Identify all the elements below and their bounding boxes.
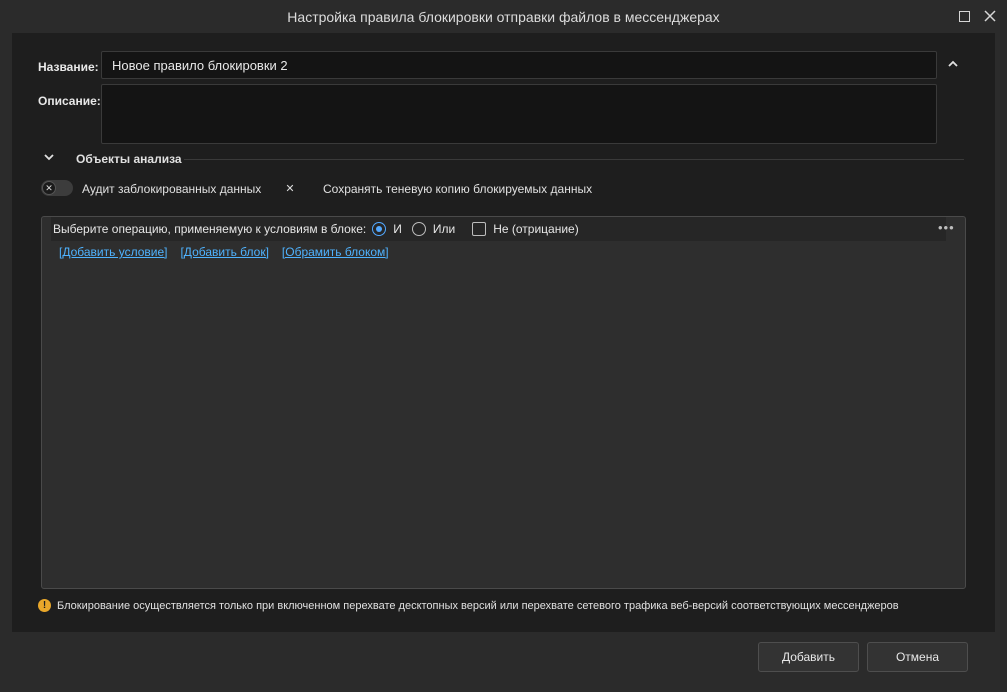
radio-selected-icon[interactable] [372, 222, 387, 236]
toggle-off-icon: ✕ [285, 182, 295, 195]
more-options-icon[interactable]: ••• [938, 220, 955, 235]
add-condition-link[interactable]: [Добавить условие] [59, 245, 167, 259]
add-button[interactable]: Добавить [758, 642, 859, 672]
radio-and[interactable]: И [372, 222, 402, 236]
title-bar: Настройка правила блокировки отправки фа… [0, 0, 1007, 33]
chevron-down-icon[interactable] [42, 150, 56, 167]
not-checkbox-label: Не (отрицание) [493, 222, 579, 236]
section-title: Объекты анализа [76, 151, 182, 166]
toggle-off-icon: ✕ [42, 181, 56, 195]
dialog-content: Название: Новое правило блокировки 2 Опи… [12, 33, 995, 632]
warning-notice: ! Блокирование осуществляется только при… [38, 599, 899, 612]
audit-toggle-label: Аудит заблокированных данных [82, 182, 262, 196]
not-checkbox[interactable]: Не (отрицание) [472, 222, 579, 236]
description-label: Описание: [38, 94, 101, 108]
radio-and-label: И [393, 222, 402, 236]
shadow-copy-toggle-label: Сохранять теневую копию блокируемых данн… [323, 182, 593, 196]
cancel-button[interactable]: Отмена [867, 642, 968, 672]
operation-label: Выберите операцию, применяемую к условия… [53, 222, 367, 236]
maximize-icon[interactable] [956, 8, 972, 24]
close-icon[interactable] [982, 8, 998, 24]
description-field[interactable] [101, 84, 937, 144]
shadow-copy-toggle[interactable]: ✕ [282, 180, 314, 196]
conditions-panel: Выберите операцию, применяемую к условия… [41, 216, 966, 589]
name-field[interactable]: Новое правило блокировки 2 [101, 51, 937, 79]
dialog-footer: Добавить Отмена [12, 632, 995, 680]
wrap-block-link[interactable]: [Обрамить блоком] [282, 245, 389, 259]
warning-text: Блокирование осуществляется только при в… [57, 599, 899, 612]
audit-toggle[interactable]: ✕ [41, 180, 73, 196]
collapse-up-icon[interactable] [946, 57, 960, 71]
add-block-link[interactable]: [Добавить блок] [180, 245, 268, 259]
radio-or[interactable]: Или [411, 222, 456, 236]
checkbox-icon[interactable] [472, 222, 487, 236]
section-divider [184, 159, 964, 160]
warning-icon: ! [38, 599, 51, 612]
section-header[interactable]: Объекты анализа [42, 150, 182, 167]
block-actions: [Добавить условие] [Добавить блок] [Обра… [59, 245, 389, 259]
operation-bar: Выберите операцию, применяемую к условия… [51, 217, 954, 241]
window-title: Настройка правила блокировки отправки фа… [287, 8, 720, 25]
radio-unselected-icon[interactable] [411, 222, 426, 236]
name-label: Название: [38, 60, 99, 74]
radio-or-label: Или [432, 222, 456, 236]
